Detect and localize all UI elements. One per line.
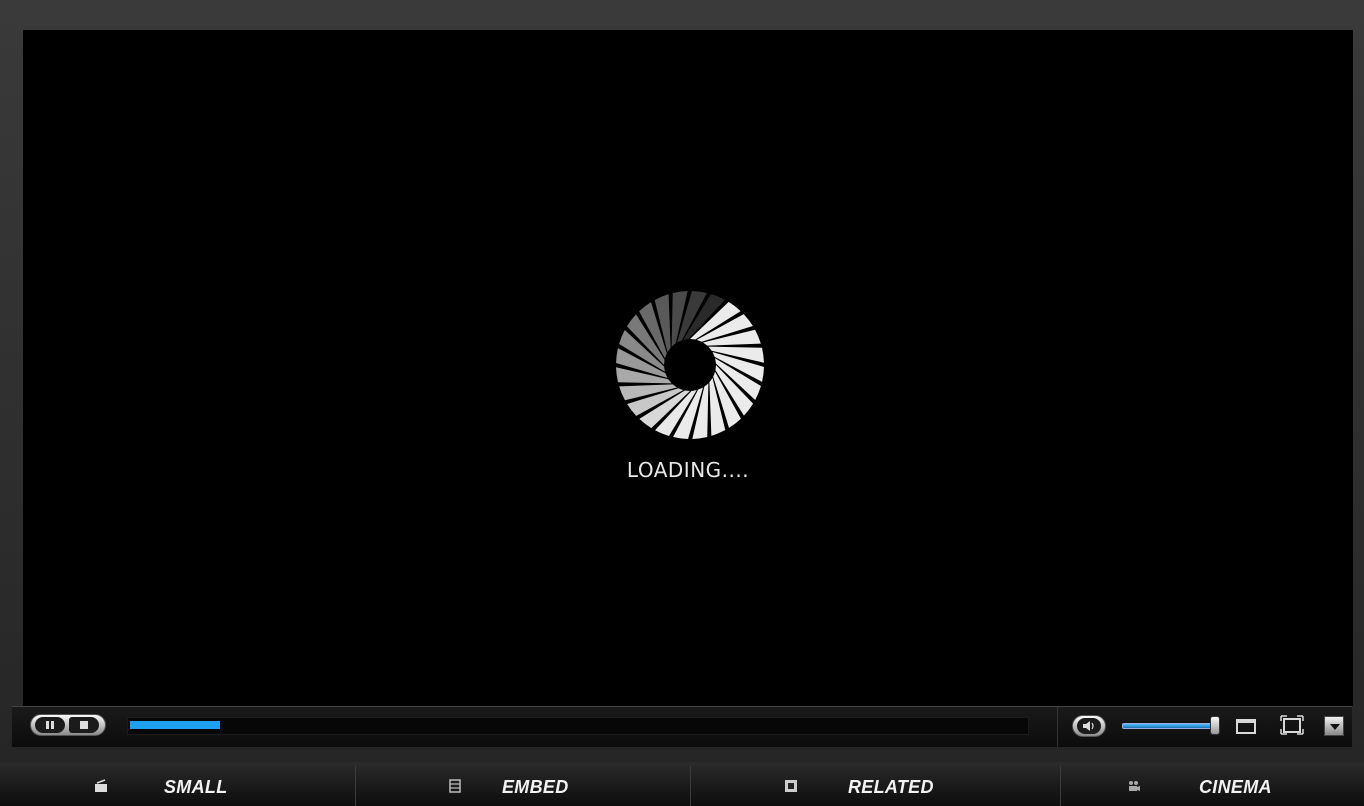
fullscreen-button[interactable] [1280,714,1304,736]
control-bar [12,706,1352,747]
loading-spinner-icon [616,291,764,439]
small-screen-icon [95,779,107,792]
tab-small-label: SMALL [164,777,228,797]
loading-text: LOADING.... [626,458,750,482]
tab-related[interactable]: RELATED [690,766,1060,806]
playback-buttons [30,714,106,736]
tab-embed[interactable]: EMBED [355,766,690,806]
volume-slider[interactable] [1122,723,1216,729]
fullscreen-icon [1280,715,1304,735]
tab-cinema[interactable]: CINEMA [1060,766,1364,806]
tab-embed-label: EMBED [502,777,569,797]
window-size-icon [1236,719,1256,734]
pause-button[interactable] [35,717,65,733]
related-icon [785,780,797,792]
volume-slider-handle[interactable] [1210,716,1220,735]
seek-bar[interactable] [127,717,1029,735]
speaker-icon [1083,721,1094,731]
tab-small[interactable]: SMALL [0,766,355,806]
tab-related-label: RELATED [848,777,934,797]
mute-button[interactable] [1072,715,1106,737]
tab-cinema-label: CINEMA [1199,777,1272,797]
cinema-icon [1129,781,1140,791]
tab-bar: SMALL EMBED RELATED CINEMA [0,766,1364,806]
buffer-progress [130,721,220,729]
window-size-button[interactable] [1235,714,1257,736]
video-screen[interactable]: LOADING.... [23,30,1353,706]
divider [1057,707,1058,747]
menu-dropdown-button[interactable] [1324,716,1344,736]
embed-icon [449,779,461,793]
pause-icon [46,721,54,729]
stop-button[interactable] [69,717,99,733]
mute-button-face [1077,718,1101,734]
stop-icon [80,721,88,729]
